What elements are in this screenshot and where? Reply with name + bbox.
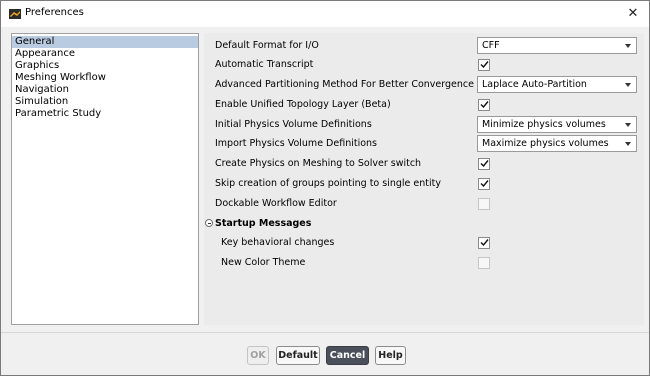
key-behavioral-checkbox[interactable] <box>478 237 490 249</box>
nav-item-meshing-workflow[interactable]: Meshing Workflow <box>12 72 198 84</box>
import-physics-label: Import Physics Volume Definitions <box>215 138 378 149</box>
cancel-button[interactable]: Cancel <box>326 346 369 365</box>
close-button[interactable]: ✕ <box>617 1 649 25</box>
checkmark-icon <box>480 239 489 247</box>
key-behavioral-label: Key behavioral changes <box>221 237 335 248</box>
setting-default-format: Default Format for I/O CFF <box>204 37 644 55</box>
setting-automatic-transcript: Automatic Transcript <box>204 56 644 74</box>
startup-messages-header[interactable]: Startup Messages <box>204 216 644 232</box>
partitioning-method-dropdown[interactable]: Laplace Auto-Partition <box>477 76 637 93</box>
ok-button[interactable]: OK <box>247 346 269 365</box>
unified-topology-checkbox[interactable] <box>478 99 490 111</box>
setting-create-physics: Create Physics on Meshing to Solver swit… <box>204 155 644 173</box>
setting-dockable-editor: Dockable Workflow Editor <box>204 195 644 213</box>
partitioning-method-value: Laplace Auto-Partition <box>482 79 587 90</box>
settings-panel: Default Format for I/O CFF Automatic Tra… <box>204 33 644 325</box>
partitioning-method-label: Advanced Partitioning Method For Better … <box>215 79 474 90</box>
chevron-down-icon <box>625 83 631 87</box>
setting-import-physics: Import Physics Volume Definitions Maximi… <box>204 135 644 153</box>
checkmark-icon <box>480 160 489 168</box>
default-format-label: Default Format for I/O <box>215 40 319 51</box>
import-physics-value: Maximize physics volumes <box>482 138 609 149</box>
collapse-icon[interactable] <box>205 219 213 227</box>
skip-groups-label: Skip creation of groups pointing to sing… <box>215 178 441 189</box>
default-button[interactable]: Default <box>276 346 320 365</box>
chevron-down-icon <box>625 44 631 48</box>
nav-item-navigation[interactable]: Navigation <box>12 84 198 96</box>
startup-messages-title: Startup Messages <box>215 218 312 229</box>
dockable-editor-checkbox[interactable] <box>478 198 490 210</box>
setting-initial-physics: Initial Physics Volume Definitions Minim… <box>204 116 644 134</box>
help-button[interactable]: Help <box>375 346 406 365</box>
nav-item-simulation[interactable]: Simulation <box>12 96 198 108</box>
initial-physics-label: Initial Physics Volume Definitions <box>215 119 372 130</box>
setting-skip-groups: Skip creation of groups pointing to sing… <box>204 175 644 193</box>
nav-item-general[interactable]: General <box>12 36 198 48</box>
new-color-theme-checkbox[interactable] <box>478 257 490 269</box>
unified-topology-label: Enable Unified Topology Layer (Beta) <box>215 99 391 110</box>
create-physics-checkbox[interactable] <box>478 158 490 170</box>
nav-item-appearance[interactable]: Appearance <box>12 48 198 60</box>
initial-physics-dropdown[interactable]: Minimize physics volumes <box>477 116 637 133</box>
skip-groups-checkbox[interactable] <box>478 178 490 190</box>
import-physics-dropdown[interactable]: Maximize physics volumes <box>477 135 637 152</box>
setting-partitioning-method: Advanced Partitioning Method For Better … <box>204 76 644 94</box>
chevron-down-icon <box>625 123 631 127</box>
app-icon <box>9 9 21 19</box>
preferences-dialog: Preferences ✕ General Appearance Graphic… <box>0 0 650 376</box>
chevron-down-icon <box>625 142 631 146</box>
preferences-category-tree: General Appearance Graphics Meshing Work… <box>11 33 199 325</box>
automatic-transcript-checkbox[interactable] <box>478 59 490 71</box>
close-icon: ✕ <box>627 5 639 21</box>
setting-new-color-theme: New Color Theme <box>204 254 644 272</box>
setting-unified-topology: Enable Unified Topology Layer (Beta) <box>204 96 644 114</box>
checkmark-icon <box>480 101 489 109</box>
nav-item-parametric-study[interactable]: Parametric Study <box>12 108 198 120</box>
checkmark-icon <box>480 180 489 188</box>
dialog-button-bar: OK Default Cancel Help <box>1 332 649 375</box>
automatic-transcript-label: Automatic Transcript <box>215 59 314 70</box>
create-physics-label: Create Physics on Meshing to Solver swit… <box>215 158 422 169</box>
initial-physics-value: Minimize physics volumes <box>482 119 606 130</box>
dockable-editor-label: Dockable Workflow Editor <box>215 198 337 209</box>
nav-item-graphics[interactable]: Graphics <box>12 60 198 72</box>
checkmark-icon <box>480 61 489 69</box>
default-format-value: CFF <box>482 40 500 51</box>
setting-key-behavioral-changes: Key behavioral changes <box>204 234 644 252</box>
title-bar: Preferences ✕ <box>1 1 649 27</box>
default-format-dropdown[interactable]: CFF <box>477 37 637 54</box>
new-color-theme-label: New Color Theme <box>221 257 306 268</box>
window-title: Preferences <box>25 7 84 18</box>
